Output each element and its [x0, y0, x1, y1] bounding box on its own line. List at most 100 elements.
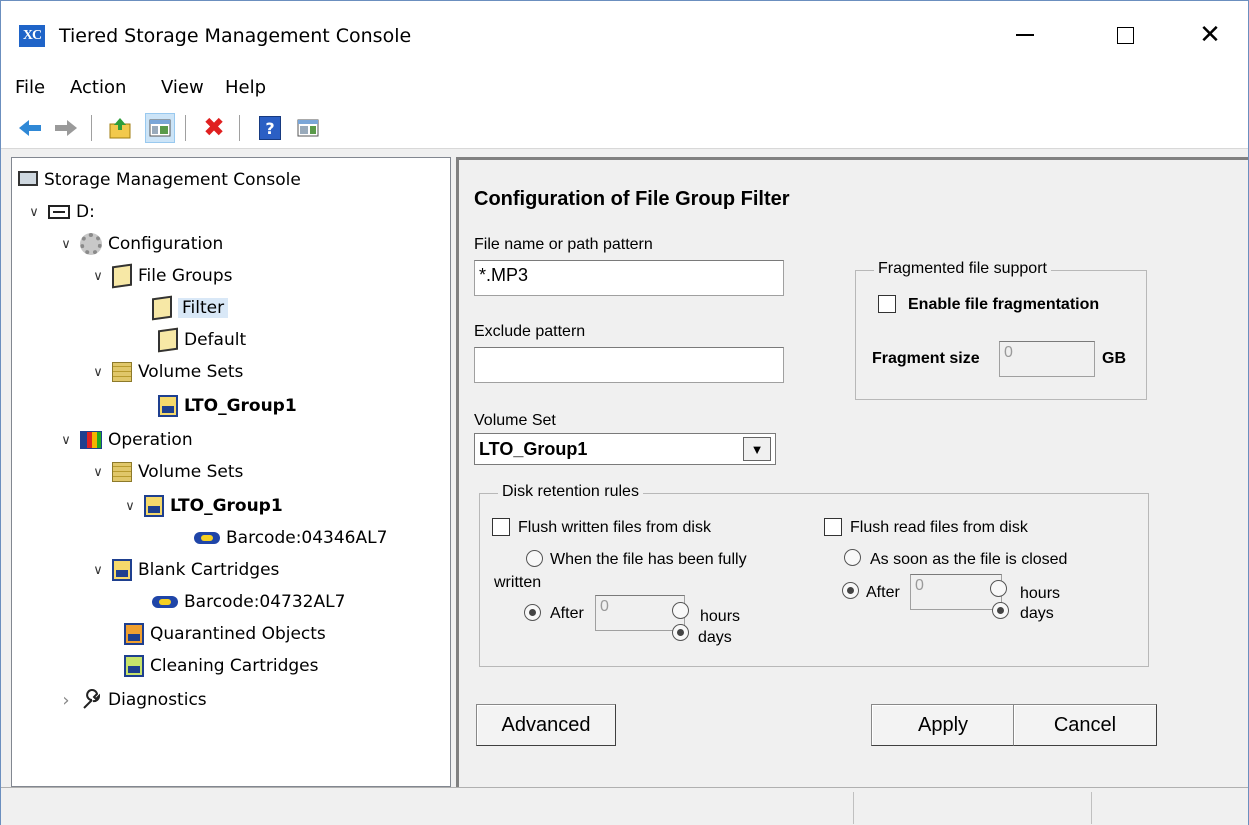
- forward-arrow-icon: [55, 120, 77, 136]
- file-group-icon: [152, 295, 172, 321]
- up-one-level-button[interactable]: [105, 113, 135, 143]
- file-group-icon: [158, 327, 178, 353]
- tree-node-label: Operation: [108, 430, 193, 450]
- collapse-chevron-icon[interactable]: ›: [58, 690, 74, 711]
- tree-node-filter[interactable]: Filter: [152, 294, 229, 322]
- title-bar: XC Tiered Storage Management Console ✕: [1, 1, 1248, 69]
- tape-cartridge-icon: [152, 596, 178, 608]
- tree-node-label: Storage Management Console: [44, 170, 301, 190]
- advanced-button[interactable]: Advanced: [476, 704, 616, 746]
- tree-node-barcode-1[interactable]: Barcode:04346AL7: [194, 524, 387, 552]
- expand-chevron-icon[interactable]: ∨: [122, 499, 138, 514]
- tree-node-diagnostics[interactable]: › Diagnostics: [58, 686, 207, 714]
- flush-read-checkbox[interactable]: [824, 518, 842, 536]
- written-after-radio[interactable]: [524, 604, 541, 621]
- status-bar-separator: [853, 792, 854, 824]
- show-hide-action-pane-button[interactable]: [293, 113, 323, 143]
- read-after-label: After: [866, 584, 900, 601]
- fragment-size-input[interactable]: 0: [999, 341, 1095, 377]
- read-on-close-radio[interactable]: [844, 549, 861, 566]
- read-after-radio[interactable]: [842, 582, 859, 599]
- maximize-button[interactable]: [1103, 13, 1147, 57]
- volume-sets-icon: [112, 462, 132, 482]
- status-bar: [1, 787, 1248, 825]
- apply-button[interactable]: Apply: [871, 704, 1015, 746]
- gear-icon: [80, 233, 102, 255]
- written-days-label: days: [698, 629, 732, 646]
- tree-node-label: Barcode:04732AL7: [184, 592, 346, 612]
- tree-node-label: LTO_Group1: [170, 496, 283, 516]
- read-on-close-label: As soon as the file is closed: [870, 551, 1068, 568]
- read-days-radio[interactable]: [992, 602, 1009, 619]
- exclude-pattern-input[interactable]: [474, 347, 784, 383]
- delete-button[interactable]: ✖: [199, 113, 229, 143]
- written-after-label: After: [550, 605, 584, 622]
- retention-group-legend: Disk retention rules: [498, 483, 643, 501]
- volume-set-select[interactable]: LTO_Group1 ▼: [474, 433, 776, 465]
- file-pattern-input[interactable]: *.MP3: [474, 260, 784, 296]
- tree-node-label: Configuration: [108, 234, 224, 254]
- help-button[interactable]: ?: [255, 113, 285, 143]
- tree-node-barcode-2[interactable]: Barcode:04732AL7: [152, 588, 345, 616]
- close-icon: ✕: [1199, 20, 1221, 50]
- written-hours-label: hours: [700, 608, 741, 625]
- forward-button[interactable]: [51, 113, 81, 143]
- computer-icon: [18, 170, 38, 186]
- retention-group: Disk retention rules Flush written files…: [479, 483, 1149, 667]
- tree-node-quarantined[interactable]: Quarantined Objects: [124, 620, 326, 648]
- tree-node-volume-sets-config[interactable]: ∨ Volume Sets: [90, 358, 243, 386]
- flush-written-checkbox[interactable]: [492, 518, 510, 536]
- expand-chevron-icon[interactable]: ∨: [90, 465, 106, 480]
- expand-chevron-icon[interactable]: ∨: [58, 433, 74, 448]
- minimize-icon: [1016, 34, 1034, 36]
- written-hours-radio[interactable]: [672, 602, 689, 619]
- tree-node-root[interactable]: Storage Management Console: [18, 166, 301, 194]
- tree-node-operation[interactable]: ∨ Operation: [58, 426, 193, 454]
- exclude-pattern-label: Exclude pattern: [474, 323, 586, 340]
- tree-node-file-groups[interactable]: ∨ File Groups: [90, 262, 232, 290]
- read-hours-radio[interactable]: [990, 580, 1007, 597]
- toolbar: ✖ ?: [1, 105, 1248, 149]
- tree-node-default[interactable]: Default: [158, 326, 246, 354]
- written-days-radio[interactable]: [672, 624, 689, 641]
- menu-action[interactable]: Action: [70, 77, 126, 98]
- minimize-button[interactable]: [1003, 13, 1047, 57]
- menu-file[interactable]: File: [15, 77, 45, 98]
- toolbar-separator: [185, 115, 186, 141]
- main-window: XC Tiered Storage Management Console ✕ F…: [0, 0, 1249, 825]
- expand-chevron-icon[interactable]: ∨: [90, 365, 106, 380]
- cancel-button[interactable]: Cancel: [1013, 704, 1157, 746]
- tree-node-volume-sets-op[interactable]: ∨ Volume Sets: [90, 458, 243, 486]
- tree-node-blank-cartridges[interactable]: ∨ Blank Cartridges: [90, 556, 279, 584]
- tree-node-lto-group1-op[interactable]: ∨ LTO_Group1: [122, 492, 283, 520]
- volume-sets-icon: [112, 362, 132, 382]
- expand-chevron-icon[interactable]: ∨: [90, 563, 106, 578]
- tree-node-label: Diagnostics: [108, 690, 207, 710]
- read-after-input[interactable]: 0: [910, 574, 1002, 610]
- back-button[interactable]: [15, 113, 45, 143]
- tree-node-label-selected: Filter: [178, 298, 229, 318]
- expand-chevron-icon[interactable]: ∨: [90, 269, 106, 284]
- details-pane: Configuration of File Group Filter File …: [456, 157, 1248, 787]
- menu-help[interactable]: Help: [225, 77, 266, 98]
- chevron-down-icon[interactable]: ▼: [743, 437, 771, 461]
- tree-node-configuration[interactable]: ∨ Configuration: [58, 230, 223, 258]
- close-button[interactable]: ✕: [1188, 13, 1232, 57]
- tree-node-drive[interactable]: ∨ D:: [26, 198, 95, 226]
- tree-node-label: LTO_Group1: [184, 396, 297, 416]
- menu-view[interactable]: View: [161, 77, 204, 98]
- show-hide-console-tree-button[interactable]: [145, 113, 175, 143]
- expand-chevron-icon[interactable]: ∨: [26, 205, 42, 220]
- tree-node-cleaning[interactable]: Cleaning Cartridges: [124, 652, 319, 680]
- action-pane-icon: [297, 119, 319, 137]
- tree-node-lto-group1-config[interactable]: LTO_Group1: [158, 392, 297, 420]
- show-hide-tree-icon: [149, 119, 171, 137]
- enable-fragmentation-checkbox[interactable]: [878, 295, 896, 313]
- tree-node-label: Quarantined Objects: [150, 624, 326, 644]
- flush-written-label: Flush written files from disk: [518, 519, 711, 536]
- written-when-complete-radio[interactable]: [526, 550, 543, 567]
- console-tree: Storage Management Console ∨ D: ∨ Config…: [11, 157, 451, 787]
- expand-chevron-icon[interactable]: ∨: [58, 237, 74, 252]
- menu-bar: File Action View Help: [1, 69, 1248, 105]
- status-bar-separator: [1091, 792, 1092, 824]
